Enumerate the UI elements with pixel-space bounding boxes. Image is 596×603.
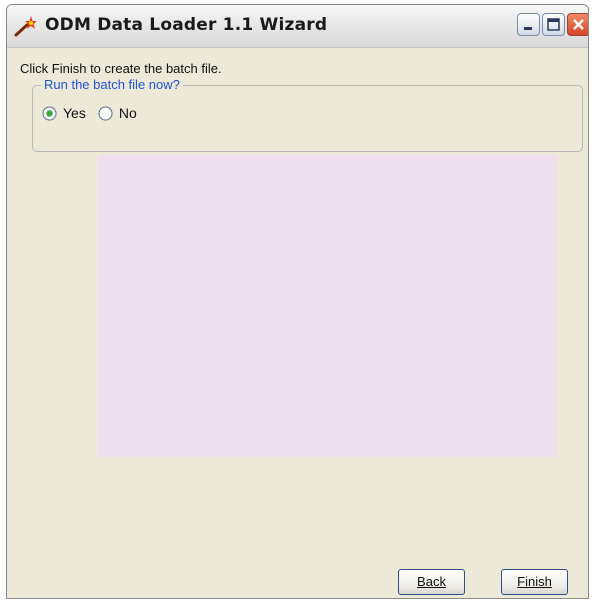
radio-unselected-icon <box>98 106 113 120</box>
groupbox-legend: Run the batch file now? <box>41 77 183 92</box>
radio-yes[interactable] <box>42 106 57 121</box>
close-icon <box>573 19 584 30</box>
close-button[interactable] <box>567 13 588 36</box>
radio-yes-label[interactable]: Yes <box>63 105 86 121</box>
run-batch-groupbox: Run the batch file now? Yes No <box>32 77 583 152</box>
preview-area <box>98 155 557 457</box>
instruction-text: Click Finish to create the batch file. <box>20 61 222 76</box>
title-bar[interactable]: ODM Data Loader 1.1 Wizard <box>7 5 588 48</box>
radio-no[interactable] <box>98 106 113 121</box>
radio-selected-icon <box>42 106 57 120</box>
minimize-icon <box>524 27 532 30</box>
wizard-window: ODM Data Loader 1.1 Wizard Click Finish … <box>6 4 589 599</box>
finish-button[interactable]: Finish <box>501 569 568 595</box>
window-title: ODM Data Loader 1.1 Wizard <box>45 15 328 35</box>
wand-icon <box>14 16 37 37</box>
radio-group: Yes No <box>42 105 149 121</box>
radio-no-label[interactable]: No <box>119 105 137 121</box>
maximize-icon <box>547 18 560 31</box>
maximize-button[interactable] <box>542 13 565 36</box>
back-button[interactable]: Back <box>398 569 465 595</box>
wizard-content: Click Finish to create the batch file. R… <box>7 48 588 598</box>
minimize-button[interactable] <box>517 13 540 36</box>
